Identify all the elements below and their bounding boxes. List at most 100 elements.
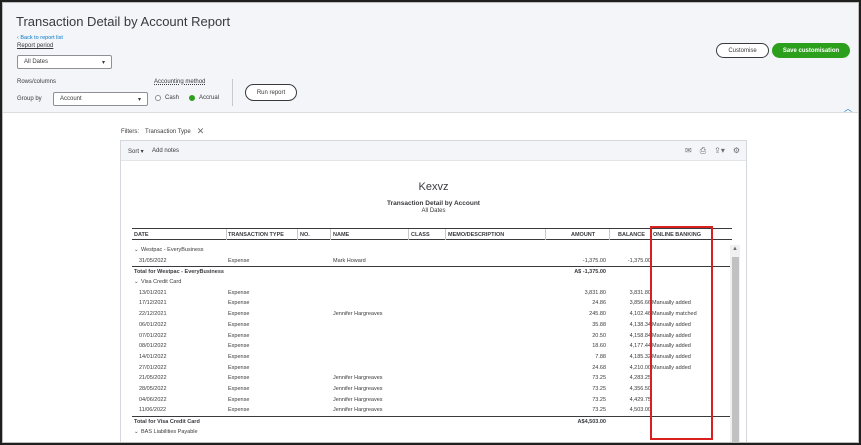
cell-transaction-type: Expense xyxy=(228,385,250,392)
account-group-row[interactable]: ⌄ Westpac - EveryBusiness xyxy=(132,245,732,256)
scroll-up-icon[interactable]: ▲ xyxy=(732,246,738,252)
cell-balance: 4,503.00 xyxy=(629,407,651,414)
col-transaction-type[interactable]: TRANSACTION TYPE xyxy=(228,232,284,238)
save-customisation-button[interactable]: Save customisation xyxy=(772,43,850,58)
col-name[interactable]: NAME xyxy=(333,232,349,238)
account-group-label: BAS Liabilities Payable xyxy=(141,428,198,435)
table-row[interactable]: 06/01/2022 Expense 35.88 4,138.34 Manually a… xyxy=(132,320,732,331)
table-row[interactable]: 17/12/2021 Expense 24.86 3,856.66 Manually a… xyxy=(132,298,732,309)
online-banking-highlight-box xyxy=(650,226,713,440)
cell-transaction-type: Expense xyxy=(228,321,250,328)
table-body: ⌄ Westpac - EveryBusiness 31/05/2022 Expens… xyxy=(132,245,732,437)
cell-amount: 24.68 xyxy=(592,364,606,371)
sort-button[interactable]: Sort ▾ xyxy=(128,148,144,155)
col-no[interactable]: NO. xyxy=(300,232,310,238)
cell-transaction-type: Expense xyxy=(228,289,250,296)
cell-amount: 73.25 xyxy=(592,385,606,392)
cell-amount: 73.25 xyxy=(592,375,606,382)
cell-transaction-type: Expense xyxy=(228,407,250,414)
cell-amount: 73.25 xyxy=(592,407,606,414)
table-row[interactable]: 31/05/2022 Expense Mark Howard -1,375.00 -1,… xyxy=(132,256,732,267)
table-row[interactable]: 04/06/2022 Expense Jennifer Hargreaves 73.2… xyxy=(132,395,732,406)
col-memo[interactable]: MEMO/DESCRIPTION xyxy=(448,232,504,238)
gear-icon[interactable]: ⚙ xyxy=(733,146,740,156)
cell-balance: 3,856.66 xyxy=(629,300,651,307)
table-row[interactable]: 07/01/2022 Expense 20.50 4,158.84 Manually a… xyxy=(132,331,732,342)
email-icon[interactable]: ✉ xyxy=(685,146,692,156)
cell-amount: 245.80 xyxy=(589,311,606,318)
cell-balance: -1,375.00 xyxy=(627,257,651,264)
cell-amount: 35.88 xyxy=(592,321,606,328)
run-report-button[interactable]: Run report xyxy=(245,84,297,101)
group-by-select[interactable]: Account ▾ xyxy=(53,92,148,106)
collapse-caret-icon[interactable]: ⌄ xyxy=(134,247,139,253)
scroll-thumb[interactable] xyxy=(732,257,739,442)
print-icon[interactable]: ⎙ xyxy=(700,146,706,156)
cell-date: 22/12/2021 xyxy=(139,311,167,318)
account-group-label: Visa Credit Card xyxy=(141,279,182,286)
table-row[interactable]: 22/12/2021 Expense Jennifer Hargreaves 245.… xyxy=(132,309,732,320)
caret-down-icon: ▾ xyxy=(137,96,141,103)
collapse-caret-icon[interactable]: ⌄ xyxy=(134,429,139,435)
filter-chip[interactable]: Transaction Type xyxy=(145,129,191,135)
export-icon[interactable]: ⇪▾ xyxy=(714,146,725,156)
chevron-up-icon[interactable]: ︿ xyxy=(844,103,852,114)
col-class[interactable]: CLASS xyxy=(411,232,430,238)
account-group-row[interactable]: ⌄ BAS Liabilities Payable xyxy=(132,427,732,438)
cash-radio[interactable]: Cash xyxy=(155,95,179,101)
report-date-range: All Dates xyxy=(421,208,446,214)
filters-label: Filters: xyxy=(121,128,139,135)
col-date[interactable]: DATE xyxy=(134,232,149,238)
account-total-row[interactable]: Total for Visa Credit Card A$4,503.00 xyxy=(132,416,732,427)
rows-columns-label: Rows/columns xyxy=(17,79,57,85)
account-group-row[interactable]: ⌄ Visa Credit Card xyxy=(132,277,732,288)
toolbar-icons: ✉ ⎙ ⇪▾ ⚙ xyxy=(685,146,740,156)
table-row[interactable]: 11/06/2022 Expense Jennifer Hargreaves 73.2… xyxy=(132,405,732,416)
table-row[interactable]: 13/01/2021 Expense 3,831.80 3,831.80 xyxy=(132,288,732,299)
cell-transaction-type: Expense xyxy=(228,364,250,371)
report-period-select[interactable]: All Dates ▾ xyxy=(17,55,112,69)
table-row[interactable]: 28/05/2022 Expense Jennifer Hargreaves 73.2… xyxy=(132,384,732,395)
cell-transaction-type: Expense xyxy=(228,375,250,382)
report-header: Transaction Detail by Account Report ‹ B… xyxy=(3,3,858,113)
account-total-row[interactable]: Total for Westpac - EveryBusiness A$ -1,3… xyxy=(132,266,732,277)
column-divider xyxy=(330,229,331,240)
cell-date: 14/01/2022 xyxy=(139,353,167,360)
table-row[interactable]: 27/01/2022 Expense 24.68 4,210.00 Manually a… xyxy=(132,363,732,374)
cell-balance: 4,138.34 xyxy=(629,321,651,328)
cell-amount: -1,375.00 xyxy=(582,257,606,264)
add-notes-button[interactable]: Add notes xyxy=(152,148,179,154)
account-total-label: Total for Westpac - EveryBusiness xyxy=(134,269,224,276)
cell-name: Mark Howard xyxy=(333,257,366,264)
cell-transaction-type: Expense xyxy=(228,353,250,360)
cell-transaction-type: Expense xyxy=(228,300,250,307)
table-header: DATE TRANSACTION TYPE NO. NAME CLASS MEM… xyxy=(132,228,732,240)
col-balance[interactable]: BALANCE xyxy=(618,232,645,238)
table-row[interactable]: 08/01/2022 Expense 18.60 4,177.44 Manually a… xyxy=(132,341,732,352)
cell-date: 28/05/2022 xyxy=(139,385,167,392)
accounting-method-label: Accounting method xyxy=(154,79,206,85)
table-row[interactable]: 21/05/2022 Expense Jennifer Hargreaves 73.2… xyxy=(132,373,732,384)
customise-button[interactable]: Customise xyxy=(716,43,769,58)
group-by-label: Group by xyxy=(17,96,42,102)
close-icon[interactable]: ✕ xyxy=(197,126,205,137)
cell-name: Jennifer Hargreaves xyxy=(333,385,383,392)
cell-balance: 4,185.32 xyxy=(629,353,651,360)
cell-date: 31/05/2022 xyxy=(139,257,167,264)
cell-balance: 4,429.75 xyxy=(629,396,651,403)
accrual-radio[interactable]: Accrual xyxy=(189,95,219,101)
back-to-report-list-link[interactable]: ‹ Back to report list xyxy=(17,35,63,41)
page-title: Transaction Detail by Account Report xyxy=(16,14,231,29)
cell-balance: 4,177.44 xyxy=(629,343,651,350)
collapse-caret-icon[interactable]: ⌄ xyxy=(134,279,139,285)
cell-balance: 4,210.00 xyxy=(629,364,651,371)
cell-balance: 4,356.50 xyxy=(629,385,651,392)
vertical-scrollbar[interactable]: ▲ xyxy=(730,245,740,442)
table-row[interactable]: 14/01/2022 Expense 7.88 4,185.32 Manually ad… xyxy=(132,352,732,363)
col-amount[interactable]: AMOUNT xyxy=(571,232,595,238)
cell-transaction-type: Expense xyxy=(228,257,250,264)
cell-date: 06/01/2022 xyxy=(139,321,167,328)
account-total-amount: A$ -1,375.00 xyxy=(574,269,606,276)
app-window: Transaction Detail by Account Report ‹ B… xyxy=(2,2,859,443)
cell-date: 07/01/2022 xyxy=(139,332,167,339)
